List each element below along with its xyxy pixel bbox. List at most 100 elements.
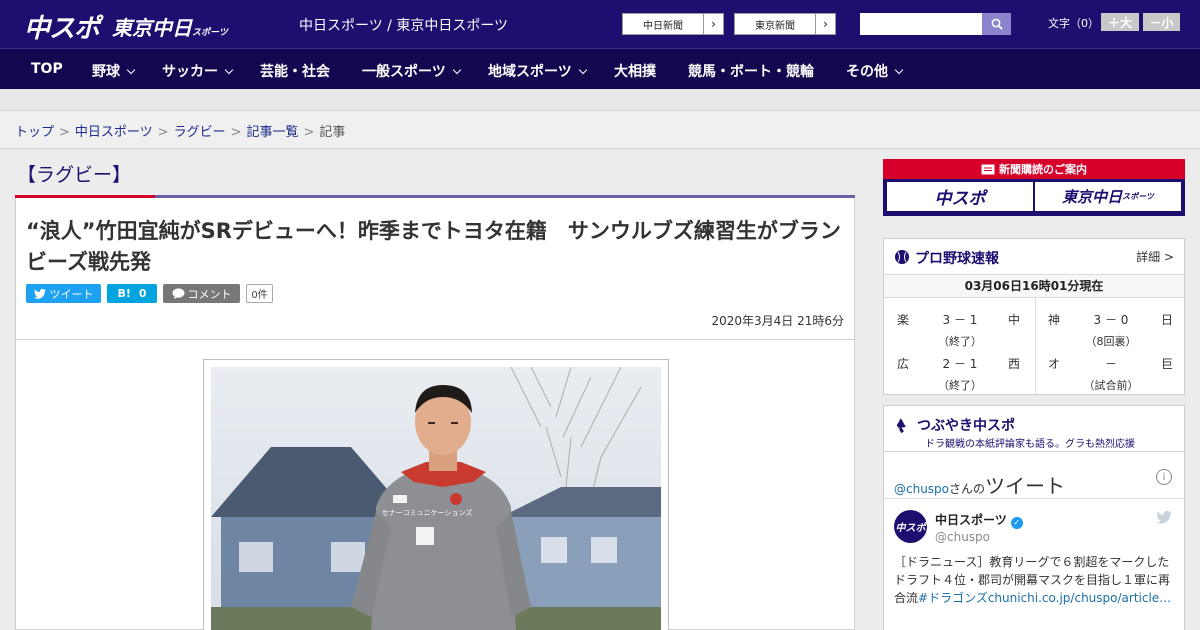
tweet-account-id[interactable]: @chuspo [935,530,990,544]
nav-item-label: 野球 [92,64,120,80]
game-away-team: 西 [1008,357,1021,371]
font-size-label: 文字（0） [1048,17,1099,30]
search-icon [991,18,1003,30]
article-title: “浪人”竹田宜純がSRデビューへ！昨季までトヨタ在籍 サンウルブズ練習生がブラン… [26,219,841,274]
game-status: （終了） [938,379,982,392]
speech-bubble-icon [172,288,184,299]
tweet-button[interactable]: ツイート [26,284,101,303]
hatena-bookmark-button[interactable]: B! 0 [107,284,157,303]
timeline-divider [884,498,1184,499]
hatena-label: B! [117,287,131,300]
subscription-tokyo-logo[interactable]: 東京中日 スポーツ [1035,182,1181,211]
category-title: 【ラグビー】 [17,164,132,186]
tweet-account-name[interactable]: 中日スポーツ ✓ [935,511,1023,529]
font-smaller-button[interactable]: －小 [1143,13,1180,31]
hatena-count: 0 [138,287,147,300]
game-score: － [1104,357,1117,371]
nav-item-label: 地域スポーツ [488,64,572,80]
nav-item-general-sports[interactable]: 一般スポーツ [362,61,461,81]
subscription-label: 新聞購読のご案内 [999,163,1087,176]
breadcrumb-separator: > [230,125,242,140]
nav-item-label: サッカー [162,64,218,80]
nav-item-entertainment[interactable]: 芸能・社会 [260,61,330,81]
nav-item-local-sports[interactable]: 地域スポーツ [488,61,587,81]
avatar[interactable]: 中スポ [894,510,927,543]
game-home-team: 広 [897,357,910,371]
breadcrumb-top[interactable]: トップ [15,125,54,140]
scores-updated: 03月06日16時01分現在 [884,274,1184,298]
chevron-down-icon [578,65,587,75]
game-home-team: 神 [1048,313,1061,327]
chevron-down-icon [126,65,136,75]
chunichi-shimbun-label: 中日新聞 [643,20,683,32]
comment-label: コメント [187,287,232,301]
search-button[interactable] [982,13,1011,35]
tokyo-chunichi-logo[interactable]: 東京中日スポーツ [112,12,228,41]
chevron-down-icon [894,65,904,75]
game-score: 3 － 1 [942,313,978,327]
nav-item-label: 競馬・ボート・競輪 [688,64,814,80]
info-icon[interactable]: i [1156,469,1172,485]
game-status: （試合前） [1083,379,1139,392]
chunichi-shimbun-link[interactable]: 中日新聞 › [622,13,724,35]
chevron-down-icon [452,65,461,75]
game-away-team: 中 [1008,313,1021,327]
subscription-chuspo-logo[interactable]: 中スポ [887,182,1033,211]
rugby-player-photo: セナーコミュニケーションズ [211,367,661,630]
timeline-handle-link[interactable]: @chuspo [894,482,949,496]
tokyo-logo-text: 東京中日 [112,16,192,40]
search-input[interactable] [860,13,982,35]
timeline-heading: @chuspoさんのツイート [894,470,1065,499]
breadcrumb-rugby[interactable]: ラグビー [174,125,226,140]
nav-item-top[interactable]: TOP [31,61,63,77]
game-status: （8回裏） [1085,335,1137,348]
breadcrumb-article-list[interactable]: 記事一覧 [247,125,299,140]
ad-stripe [0,89,1200,111]
nav-item-soccer[interactable]: サッカー [162,61,234,81]
tweet-link[interactable]: #ドラゴンズchunichi.co.jp/chuspo/article… [918,591,1171,605]
article-photo[interactable]: セナーコミュニケーションズ [211,367,661,630]
twitter-bird-icon [33,288,46,299]
verified-icon: ✓ [1010,517,1023,529]
nav-item-other[interactable]: その他 [846,61,904,81]
account-name-text: 中日スポーツ [935,513,1007,527]
comment-button[interactable]: コメント [163,284,240,303]
nav-item-sumo[interactable]: 大相撲 [614,61,656,81]
site-header: 中スポ 東京中日スポーツ 中日スポーツ / 東京中日スポーツ 中日新聞 › 東京… [0,0,1200,48]
subscription-header: 新聞購読のご案内 [883,159,1185,179]
game-score: 2 － 1 [942,357,978,371]
breadcrumb-separator: > [303,125,315,140]
tweets-header: つぶやき中スポ ドラ観戦の本紙評論家も語る。グラも熱烈応援 [883,405,1185,452]
main-nav: TOP 野球 サッカー 芸能・社会 一般スポーツ 地域スポーツ 大相撲 競馬・ボ… [0,48,1200,89]
game-away-team: 巨 [1161,357,1174,371]
breadcrumb-separator: > [157,125,169,140]
nav-item-label: 一般スポーツ [362,64,446,80]
nav-item-label: TOP [31,61,63,77]
chevron-down-icon [224,65,234,75]
tokyo-logo-small: スポーツ [192,28,228,38]
article-date: 2020年3月4日 21時6分 [711,314,844,328]
scores-detail-link[interactable]: 詳細 > [1136,248,1174,265]
scores-divider [1035,298,1036,394]
nav-item-baseball[interactable]: 野球 [92,61,136,81]
twitter-bird-icon[interactable] [1156,511,1172,524]
baseball-scores: プロ野球速報 詳細 > 03月06日16時01分現在 楽 3 － 1 中 （終了… [883,238,1185,395]
breadcrumb-current: 記事 [319,125,346,140]
game-home-team: 楽 [897,313,910,327]
tokyo-shimbun-link[interactable]: 東京新聞 › [734,13,836,35]
breadcrumb-bar: トップ > 中日スポーツ > ラグビー > 記事一覧 > 記事 [0,111,1200,149]
subscription-tokyo-small: スポーツ [1122,192,1154,201]
breadcrumb-chunichi-sports[interactable]: 中日スポーツ [75,125,153,140]
game-score: 3 － 0 [1093,313,1129,327]
article-body: セナーコミュニケーションズ [15,340,855,630]
comment-count: 0件 [246,284,273,303]
jersey-sponsor-text: セナーコミュニケーションズ [382,508,473,517]
subscription-banner[interactable]: 新聞購読のご案内 中スポ 東京中日 スポーツ [883,159,1185,216]
chuspo-logo[interactable]: 中スポ [24,8,100,45]
tweet-label: ツイート [49,287,94,301]
tweets-title: つぶやき中スポ [917,418,1015,434]
nav-item-racing[interactable]: 競馬・ボート・競輪 [688,61,814,81]
font-larger-button[interactable]: ＋大 [1101,13,1139,31]
article-header: “浪人”竹田宜純がSRデビューへ！昨季までトヨタ在籍 サンウルブズ練習生がブラン… [15,198,855,340]
subscription-tokyo-text: 東京中日 [1062,188,1123,206]
